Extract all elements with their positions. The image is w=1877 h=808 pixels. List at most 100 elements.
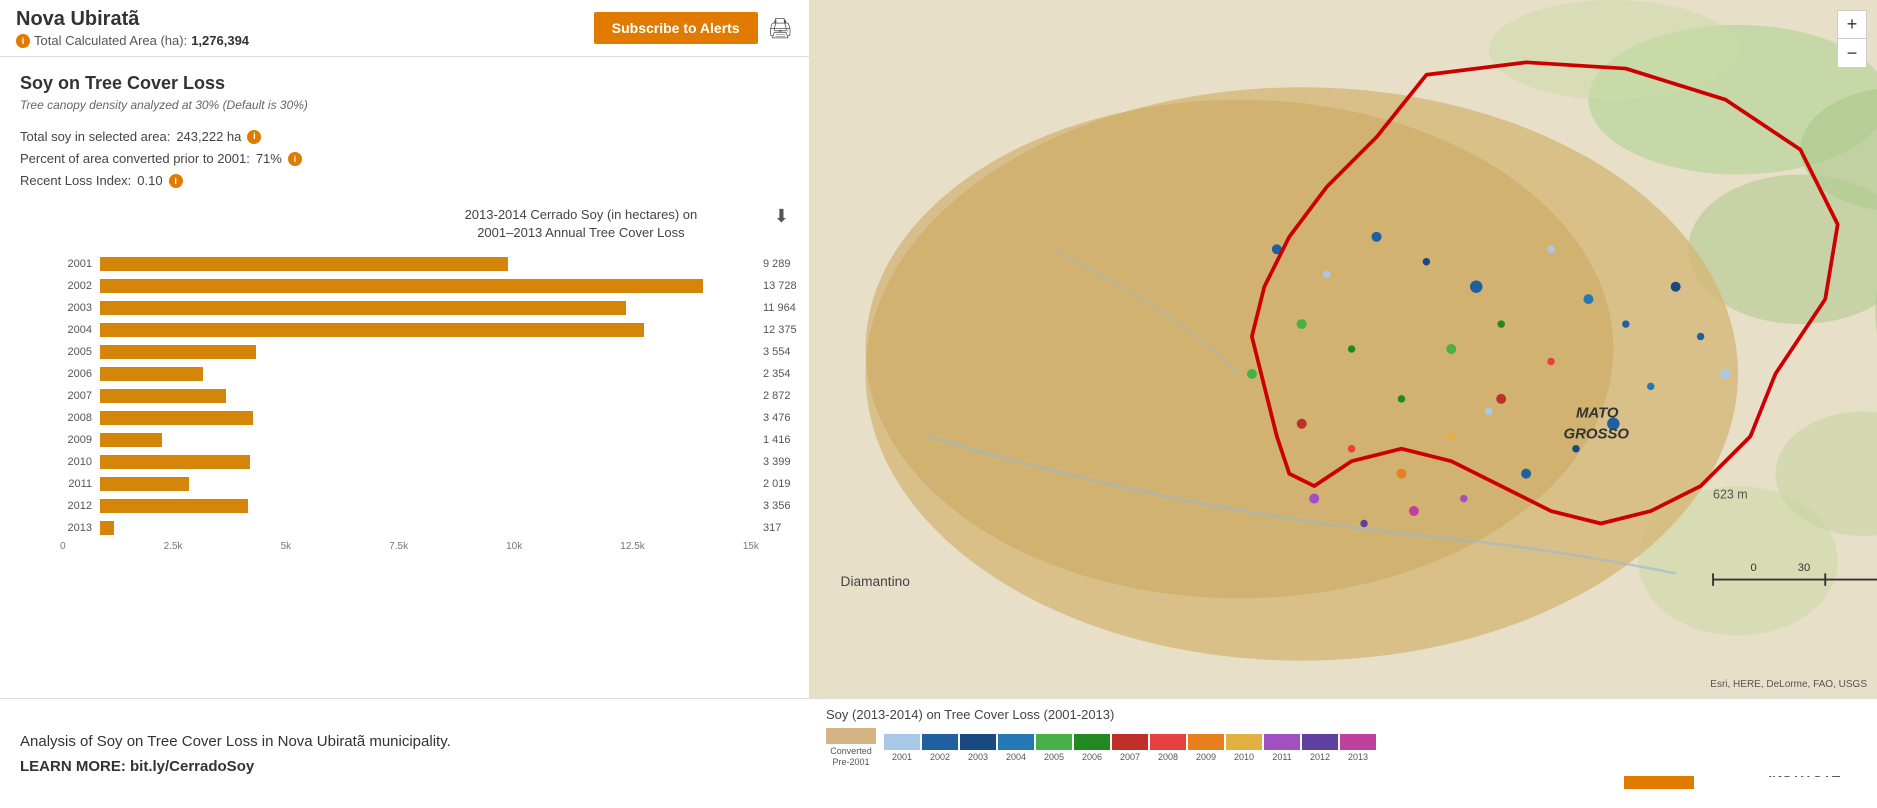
chart-title: 2013-2014 Cerrado Soy (in hectares) on20… bbox=[394, 206, 768, 242]
legend-item: 2011 bbox=[1264, 734, 1300, 762]
chart-x-axis: 02.5k5k7.5k10k12.5k15k bbox=[20, 541, 789, 552]
legend-items: ConvertedPre-2001 2001200220032004200520… bbox=[826, 728, 1861, 768]
legend-color-box bbox=[1226, 734, 1262, 750]
total-area-label: Total Calculated Area (ha): bbox=[34, 33, 187, 48]
legend-year-label: 2009 bbox=[1196, 752, 1216, 762]
bar-row: 20062 354 bbox=[60, 365, 759, 383]
header-right: Subscribe to Alerts 🖨 bbox=[594, 12, 793, 44]
bar-row: 200311 964 bbox=[60, 299, 759, 317]
map-panel: MATO GROSSO Diamantino SERRA FORMOSA 613… bbox=[810, 0, 1877, 698]
bar-fill bbox=[100, 323, 644, 337]
total-soy-value: 243,222 ha bbox=[176, 126, 241, 148]
info-icon-loss[interactable]: i bbox=[169, 174, 183, 188]
bar-year-label: 2005 bbox=[60, 346, 92, 358]
subscribe-button[interactable]: Subscribe to Alerts bbox=[594, 12, 758, 44]
svg-text:MATO: MATO bbox=[1576, 405, 1619, 422]
download-icon[interactable]: ⬇ bbox=[774, 206, 789, 227]
header-bar: Nova Ubiratã i Total Calculated Area (ha… bbox=[0, 0, 809, 57]
bar-row: 2010 3 399 bbox=[60, 453, 759, 471]
map-area: MATO GROSSO Diamantino SERRA FORMOSA 613… bbox=[810, 0, 1877, 698]
bar-year-label: 2012 bbox=[60, 500, 92, 512]
legend-item: 2010 bbox=[1226, 734, 1262, 762]
bar-track: 2 354 bbox=[100, 367, 759, 381]
legend-item: 2006 bbox=[1074, 734, 1110, 762]
info-icon-soy[interactable]: i bbox=[247, 130, 261, 144]
bar-track: 3 399 bbox=[100, 455, 759, 469]
bar-row: 20072 872 bbox=[60, 387, 759, 405]
bar-track: 12 375 bbox=[100, 323, 759, 337]
x-axis-label: 15k bbox=[743, 541, 759, 552]
legend-item: 2009 bbox=[1188, 734, 1224, 762]
legend-color-box bbox=[884, 734, 920, 750]
bar-year-label: 2002 bbox=[60, 280, 92, 292]
bar-track: 1 416 bbox=[100, 433, 759, 447]
learn-more-link[interactable]: bit.ly/CerradoSoy bbox=[130, 758, 254, 775]
bar-track: 3 554 bbox=[100, 345, 759, 359]
recent-loss-label: Recent Loss Index: bbox=[20, 170, 131, 192]
legend-color-box bbox=[1188, 734, 1224, 750]
print-icon[interactable]: 🖨 bbox=[768, 16, 793, 41]
header-left: Nova Ubiratã i Total Calculated Area (ha… bbox=[16, 8, 249, 48]
bar-fill bbox=[100, 389, 226, 403]
percent-converted-value: 71% bbox=[256, 148, 282, 170]
bar-year-label: 2011 bbox=[60, 478, 92, 490]
bar-fill bbox=[100, 433, 162, 447]
bar-year-label: 2010 bbox=[60, 456, 92, 468]
svg-text:0: 0 bbox=[1750, 562, 1756, 574]
bar-row: 20083 476 bbox=[60, 409, 759, 427]
legend-year-label: 2013 bbox=[1348, 752, 1368, 762]
legend-item: 2005 bbox=[1036, 734, 1072, 762]
legend-year-label: 2003 bbox=[968, 752, 988, 762]
bar-row: 20091 416 bbox=[60, 431, 759, 449]
svg-text:GROSSO: GROSSO bbox=[1563, 426, 1629, 443]
legend-year-label: 2002 bbox=[930, 752, 950, 762]
bar-row: 200213 728 bbox=[60, 277, 759, 295]
bar-fill bbox=[100, 411, 253, 425]
content-area: Soy on Tree Cover Loss Tree canopy densi… bbox=[0, 57, 809, 698]
x-axis-label: 2.5k bbox=[164, 541, 183, 552]
bar-row: 20112 019 bbox=[60, 475, 759, 493]
legend-color-box bbox=[960, 734, 996, 750]
legend-color-box bbox=[1112, 734, 1148, 750]
legend-year-label: 2007 bbox=[1120, 752, 1140, 762]
bar-row: 2013317 bbox=[60, 519, 759, 537]
bar-value-label: 2 019 bbox=[763, 477, 791, 491]
bar-value-label: 317 bbox=[763, 521, 781, 535]
bar-fill bbox=[100, 257, 508, 271]
bar-value-label: 1 416 bbox=[763, 433, 791, 447]
bar-year-label: 2008 bbox=[60, 412, 92, 424]
chart-title-row: 2013-2014 Cerrado Soy (in hectares) on20… bbox=[20, 206, 789, 242]
info-icon-percent[interactable]: i bbox=[288, 152, 302, 166]
bar-year-label: 2001 bbox=[60, 258, 92, 270]
x-axis-label: 10k bbox=[506, 541, 522, 552]
section-subtitle: Tree canopy density analyzed at 30% (Def… bbox=[20, 98, 789, 112]
stat-percent-converted: Percent of area converted prior to 2001:… bbox=[20, 148, 789, 170]
bar-track: 9 289 bbox=[100, 257, 759, 271]
bar-row: 2001 9 289 bbox=[60, 255, 759, 273]
legend-color-box bbox=[1340, 734, 1376, 750]
learn-more-label: LEARN MORE: bbox=[20, 758, 126, 775]
municipality-title: Nova Ubiratã bbox=[16, 8, 249, 31]
zoom-out-button[interactable]: − bbox=[1838, 39, 1866, 67]
stats-table: Total soy in selected area: 243,222 ha i… bbox=[20, 126, 789, 192]
legend-item: 2002 bbox=[922, 734, 958, 762]
legend-year-label: 2005 bbox=[1044, 752, 1064, 762]
legend-year-label: 2001 bbox=[892, 752, 912, 762]
zoom-in-button[interactable]: + bbox=[1838, 11, 1866, 39]
info-circle-area[interactable]: i bbox=[16, 34, 30, 48]
x-axis-label: 12.5k bbox=[620, 541, 644, 552]
section-title: Soy on Tree Cover Loss bbox=[20, 73, 789, 94]
total-soy-label: Total soy in selected area: bbox=[20, 126, 170, 148]
legend-color-box bbox=[1074, 734, 1110, 750]
bar-value-label: 11 964 bbox=[763, 301, 796, 315]
bar-value-label: 9 289 bbox=[763, 257, 791, 271]
bar-value-label: 3 476 bbox=[763, 411, 791, 425]
bar-fill bbox=[100, 455, 250, 469]
legend-year-label: 2006 bbox=[1082, 752, 1102, 762]
bar-value-label: 2 354 bbox=[763, 367, 791, 381]
bar-track: 3 356 bbox=[100, 499, 759, 513]
bar-chart: 20019 289200213 728200311 964200412 3752… bbox=[20, 255, 789, 537]
bar-fill bbox=[100, 521, 114, 535]
legend-item: 2004 bbox=[998, 734, 1034, 762]
bar-fill bbox=[100, 499, 248, 513]
